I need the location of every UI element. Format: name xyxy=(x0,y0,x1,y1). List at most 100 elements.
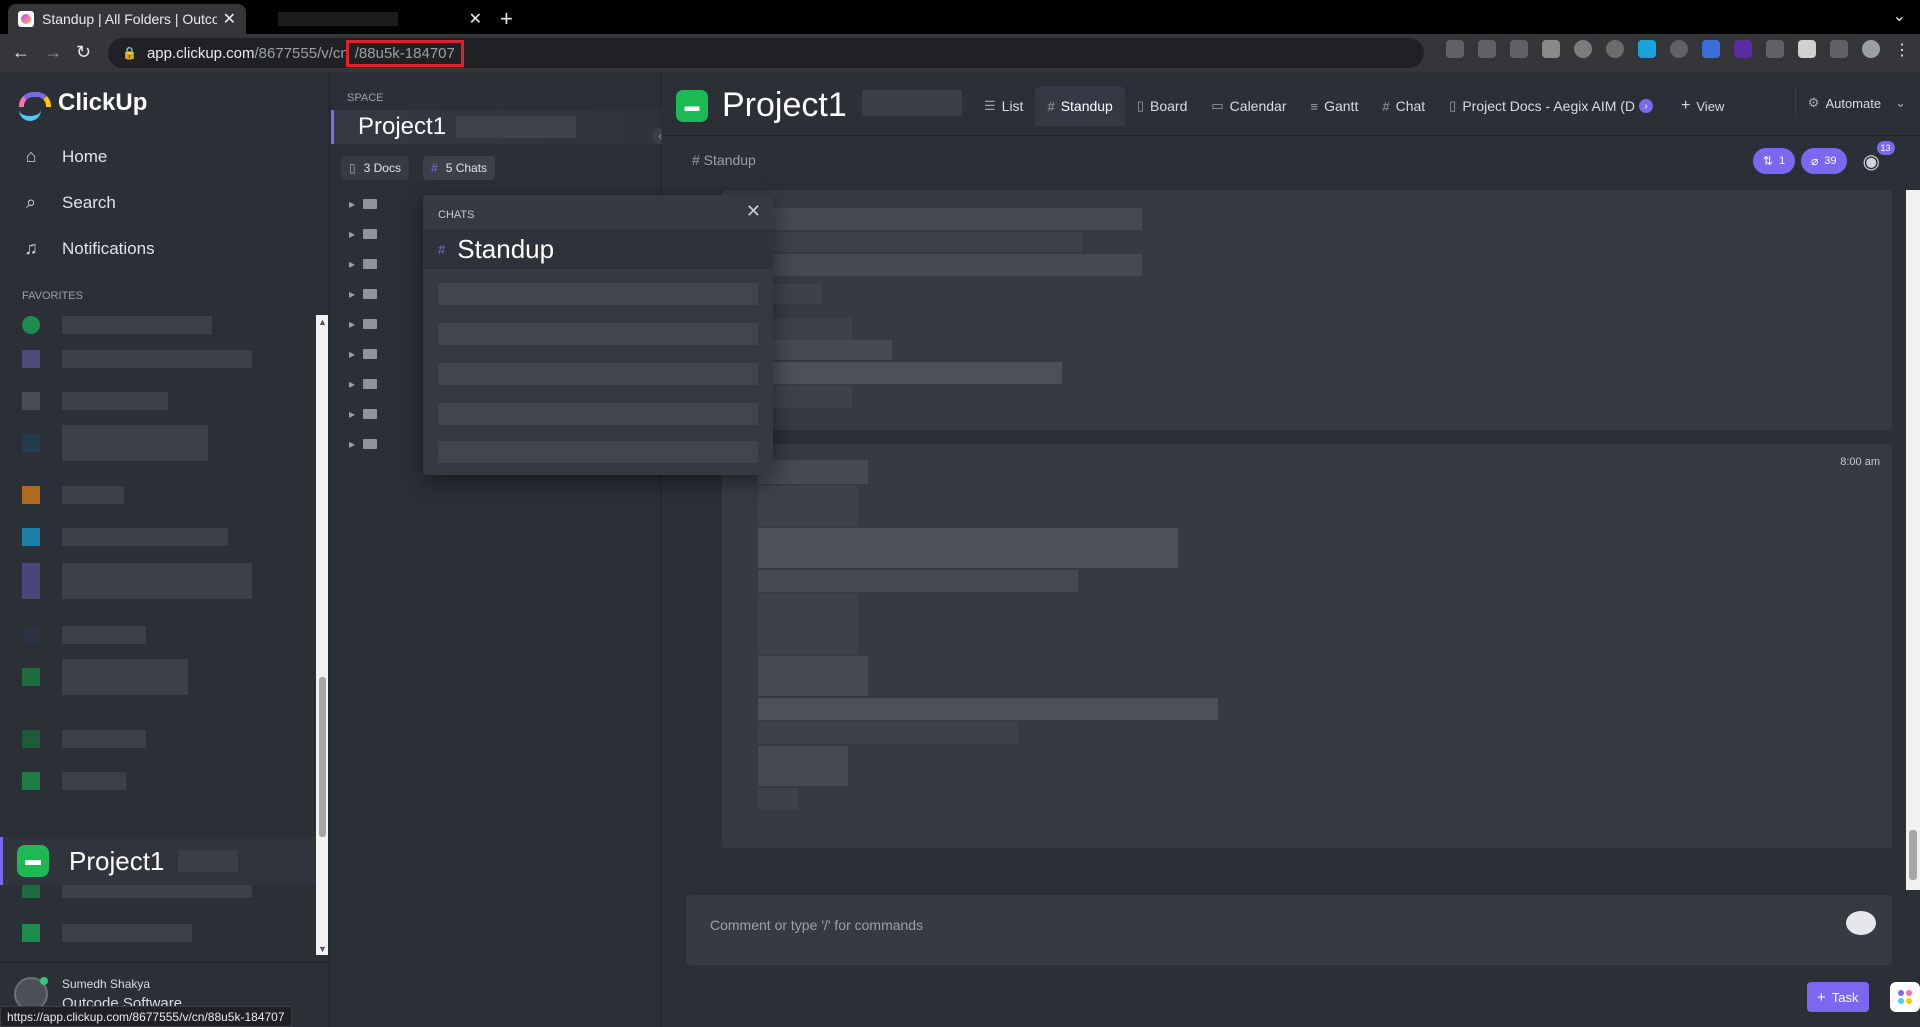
star-icon[interactable] xyxy=(1510,40,1528,58)
tab-gantt[interactable]: ≡ Gantt xyxy=(1299,86,1371,126)
favorite-item[interactable] xyxy=(22,425,208,461)
subtasks-badge[interactable]: ⇅ 1 xyxy=(1752,148,1796,174)
add-task-button[interactable]: + Task xyxy=(1807,982,1869,1012)
redacted-chat-item[interactable] xyxy=(438,323,758,345)
folder-row[interactable]: ▸ xyxy=(349,257,378,271)
automate-button[interactable]: ⚙ Automate ⌄ xyxy=(1794,88,1906,118)
caret-right-icon: ▸ xyxy=(349,407,356,421)
chevron-right-icon[interactable]: › xyxy=(1639,99,1654,113)
folder-row[interactable]: ▸ xyxy=(349,287,378,301)
content-scrollbar[interactable] xyxy=(1906,190,1920,890)
space-title[interactable]: Project1 xyxy=(331,110,661,144)
react-devtools-icon[interactable] xyxy=(1574,40,1592,58)
sidebar-item-home[interactable]: ⌂ Home xyxy=(20,146,108,167)
sidebar-item-project1[interactable]: ▬ Project1 xyxy=(0,837,316,885)
browser-tab-inactive[interactable]: ✕ xyxy=(262,4,482,34)
chats-popover-label: CHATS xyxy=(438,209,475,221)
lab-flask-icon[interactable] xyxy=(1798,40,1816,58)
chat-bubble-icon[interactable] xyxy=(1846,911,1876,935)
watchers-eye-icon[interactable]: ◉ 13 xyxy=(1863,140,1895,174)
folder-icon: ▬ xyxy=(17,845,49,877)
folder-row[interactable]: ▸ xyxy=(349,197,378,211)
folder-row[interactable]: ▸ xyxy=(349,227,378,241)
folder-icon xyxy=(363,409,378,419)
folder-row[interactable]: ▸ xyxy=(349,437,378,451)
scroll-up-icon[interactable]: ▲ xyxy=(318,317,327,327)
share-icon[interactable] xyxy=(1478,40,1496,58)
tab-search-chevron-icon[interactable]: ⌄ xyxy=(1893,6,1906,26)
extension-target-icon[interactable] xyxy=(1606,40,1624,58)
favorite-item[interactable] xyxy=(22,484,124,506)
redacted-chat-item[interactable] xyxy=(438,363,758,385)
favorite-item[interactable] xyxy=(22,659,188,695)
tab-standup[interactable]: # Standup xyxy=(1035,86,1125,126)
extension-diamond-icon[interactable] xyxy=(1734,40,1752,58)
redacted-chat-item[interactable] xyxy=(438,441,758,463)
tab-board[interactable]: ▯ Board xyxy=(1125,86,1200,126)
tab-close-icon[interactable]: ✕ xyxy=(223,9,236,29)
comment-input[interactable]: Comment or type '/' for commands xyxy=(686,895,1892,965)
favorites-scrollbar[interactable] xyxy=(316,315,328,955)
redacted-chat-item[interactable] xyxy=(438,283,758,305)
tab-project-docs[interactable]: ▯ Project Docs - Aegix AIM (D › xyxy=(1437,86,1669,126)
chat-message[interactable] xyxy=(722,190,1892,430)
redacted-text xyxy=(762,208,1142,230)
redacted-chat-item[interactable] xyxy=(438,403,758,425)
extension-blue-icon[interactable] xyxy=(1638,40,1656,58)
folder-row[interactable]: ▸ xyxy=(349,347,378,361)
folder-row[interactable]: ▸ xyxy=(349,317,378,331)
favorite-item[interactable] xyxy=(22,770,126,792)
scroll-down-icon[interactable]: ▼ xyxy=(318,944,327,954)
chats-chip[interactable]: # 5 Chats xyxy=(423,156,496,180)
favorite-item[interactable] xyxy=(22,922,192,944)
favorite-item[interactable] xyxy=(22,526,228,548)
docs-chip[interactable]: ▯ 3 Docs xyxy=(341,156,409,180)
browser-toolbar: ← → ↻ 🔒 app.clickup.com /8677555/v/cn /8… xyxy=(0,34,1920,72)
redacted-text xyxy=(758,460,868,484)
profile-avatar[interactable] xyxy=(1862,40,1880,58)
folder-row[interactable]: ▸ xyxy=(349,407,378,421)
sidebar-item-notifications[interactable]: ♫ Notifications xyxy=(20,238,154,259)
chevron-down-icon[interactable]: ⌄ xyxy=(1895,95,1906,111)
chat-message[interactable]: 8:00 am xyxy=(722,444,1892,848)
tab-close-icon[interactable]: ✕ xyxy=(469,9,482,29)
sidebar-item-search[interactable]: ⌕ Search xyxy=(20,192,116,213)
extension-globe-icon[interactable] xyxy=(1670,40,1688,58)
back-icon[interactable]: ← xyxy=(12,42,30,63)
content-scrollbar-thumb[interactable] xyxy=(1909,830,1917,880)
folder-icon xyxy=(363,379,378,389)
favorite-item[interactable] xyxy=(22,624,146,646)
forward-icon[interactable]: → xyxy=(44,42,62,63)
favorite-item[interactable] xyxy=(22,728,146,750)
redacted-text xyxy=(762,232,1082,252)
favorite-item[interactable] xyxy=(22,563,252,599)
favorite-item[interactable] xyxy=(22,348,252,370)
redacted-text xyxy=(456,116,577,138)
side-panel-icon[interactable] xyxy=(1830,40,1848,58)
attachments-badge[interactable]: ⌀ 39 xyxy=(1801,148,1847,174)
extension-off-icon[interactable] xyxy=(1542,40,1560,58)
new-tab-icon[interactable]: + xyxy=(500,6,513,32)
tab-list[interactable]: ☰ List xyxy=(972,86,1035,126)
left-sidebar: ClickUp ⌂ Home ⌕ Search ♫ Notifications … xyxy=(0,72,330,1027)
install-icon[interactable] xyxy=(1446,40,1464,58)
add-view-button[interactable]: + View xyxy=(1669,86,1736,126)
tab-chat[interactable]: # Chat xyxy=(1370,86,1437,126)
apps-grid-icon[interactable] xyxy=(1890,982,1920,1012)
clickup-logo[interactable]: ClickUp xyxy=(16,88,147,121)
extension-badge-icon[interactable] xyxy=(1702,40,1720,58)
redacted-text xyxy=(758,594,858,654)
tab-calendar[interactable]: ▭ Calendar xyxy=(1199,86,1298,126)
favorite-item[interactable] xyxy=(22,390,168,412)
favorite-item[interactable] xyxy=(22,314,212,336)
reload-icon[interactable]: ↻ xyxy=(76,42,91,63)
breadcrumb[interactable]: # Standup xyxy=(692,152,756,168)
browser-tab-active[interactable]: Standup | All Folders | Outco ✕ xyxy=(8,4,246,34)
favorites-scrollbar-thumb[interactable] xyxy=(319,677,326,837)
close-icon[interactable]: ✕ xyxy=(746,201,761,222)
puzzle-icon[interactable] xyxy=(1766,40,1784,58)
folder-row[interactable]: ▸ xyxy=(349,377,378,391)
browser-menu-icon[interactable]: ⋮ xyxy=(1894,40,1910,59)
address-bar[interactable]: 🔒 app.clickup.com /8677555/v/cn /88u5k-1… xyxy=(108,38,1424,68)
chat-item-standup[interactable]: # Standup xyxy=(423,229,773,269)
